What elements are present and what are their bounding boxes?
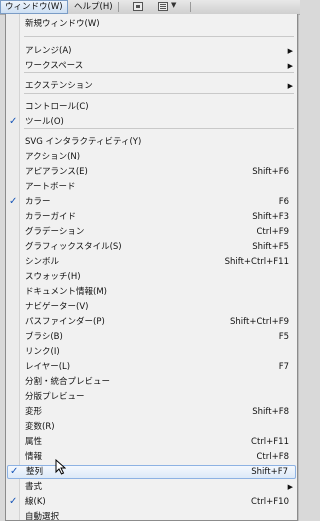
- menu-item-label: SVG インタラクティビティ(Y): [25, 137, 142, 147]
- menu-item-shortcut: Shift+Ctrl+F9: [230, 317, 289, 327]
- menu-item[interactable]: 変数(R): [7, 420, 296, 434]
- menubar-separator: [118, 2, 119, 12]
- menu-item-shortcut: Ctrl+F10: [251, 497, 289, 507]
- chevron-down-icon[interactable]: ▼: [171, 1, 176, 9]
- menu-item-label: ツール(O): [25, 117, 64, 127]
- menubar-separator: [190, 2, 191, 12]
- menu-item-label: 属性: [25, 437, 43, 447]
- menu-item-label: パスファインダー(P): [25, 317, 105, 327]
- menu-item-shortcut: F7: [278, 362, 289, 372]
- menu-item[interactable]: アートボード: [7, 180, 296, 194]
- menu-item[interactable]: 情報 Ctrl+F8: [7, 450, 296, 464]
- submenu-arrow-icon: ▶: [287, 82, 293, 90]
- menu-item-label: 分版プレビュー: [25, 392, 85, 402]
- menu-item-label: グラデーション: [25, 227, 85, 237]
- menu-item-label: 変形: [25, 407, 43, 417]
- bridge-icon[interactable]: [133, 2, 143, 11]
- menu-item[interactable]: アレンジ(A) ▶: [7, 44, 296, 58]
- menu-item-label: シンボル: [25, 257, 60, 267]
- menu-item[interactable]: ナビゲーター(V): [7, 300, 296, 314]
- menu-item-label: カラーガイド: [25, 212, 77, 222]
- menu-item-label: アレンジ(A): [25, 46, 72, 56]
- menu-item[interactable]: スウォッチ(H): [7, 270, 296, 284]
- menu-item[interactable]: シンボル Shift+Ctrl+F11: [7, 255, 296, 269]
- menu-item[interactable]: グラデーション Ctrl+F9: [7, 225, 296, 239]
- menu-item-shortcut: Ctrl+F11: [251, 437, 289, 447]
- menu-item-label: グラフィックスタイル(S): [25, 242, 122, 252]
- menu-item[interactable]: アクション(N): [7, 150, 296, 164]
- menu-item[interactable]: ブラシ(B) F5: [7, 330, 296, 344]
- menu-item[interactable]: エクステンション ▶: [7, 79, 296, 93]
- menu-item[interactable]: コントロール(C): [7, 100, 296, 114]
- menu-item-label: 線(K): [25, 497, 46, 507]
- menubar-help-menu[interactable]: ヘルプ(H): [70, 0, 117, 14]
- checkmark-icon: ✓: [9, 196, 18, 207]
- menu-item[interactable]: ✓ ツール(O): [7, 115, 296, 129]
- mouse-cursor-icon: [55, 459, 66, 475]
- menu-item[interactable]: 新規ウィンドウ(W): [7, 17, 296, 31]
- menu-separator: [24, 93, 294, 94]
- menu-item[interactable]: ✓ 線(K) Ctrl+F10: [7, 495, 296, 509]
- menu-item-label: カラー: [25, 197, 51, 207]
- menu-separator: [24, 36, 294, 37]
- menu-item[interactable]: ✓ 整列 Shift+F7: [7, 465, 296, 479]
- menu-item-label: ドキュメント情報(M): [25, 287, 107, 297]
- menu-item-label: ブラシ(B): [25, 332, 63, 342]
- menu-item-label: ワークスペース: [25, 61, 84, 71]
- checkmark-icon: ✓: [9, 496, 18, 507]
- menu-item-shortcut: Ctrl+F8: [256, 452, 289, 462]
- menu-item-shortcut: Shift+F3: [252, 212, 289, 222]
- menu-item-label: コントロール(C): [25, 102, 89, 112]
- menu-item[interactable]: 分割・統合プレビュー: [7, 375, 296, 389]
- menu-item[interactable]: ✓ カラー F6: [7, 195, 296, 209]
- menu-item[interactable]: アピアランス(E) Shift+F6: [7, 165, 296, 179]
- menu-item[interactable]: 書式 ▶: [7, 480, 296, 494]
- menu-item-label: アピアランス(E): [25, 167, 88, 177]
- submenu-arrow-icon: ▶: [287, 47, 293, 55]
- checkmark-icon: ✓: [10, 466, 19, 477]
- menu-item-shortcut: F6: [278, 197, 289, 207]
- checkmark-icon: ✓: [9, 116, 18, 127]
- menu-item-label: エクステンション: [25, 81, 93, 91]
- menu-item-label: アクション(N): [25, 152, 81, 162]
- window-dropdown-menu: 新規ウィンドウ(W) アレンジ(A) ▶ ワークスペース ▶ エクステンション ▶ コントロー…: [5, 14, 298, 521]
- menubar-window-menu[interactable]: ウィンドウ(W): [0, 0, 68, 14]
- menu-item-label: 整列: [26, 467, 44, 477]
- menu-item[interactable]: 分版プレビュー: [7, 390, 296, 404]
- menu-item-shortcut: Shift+F6: [252, 167, 289, 177]
- menu-bar: ウィンドウ(W) ヘルプ(H) ▼: [0, 0, 300, 15]
- menu-item[interactable]: 属性 Ctrl+F11: [7, 435, 296, 449]
- arrange-documents-icon[interactable]: [158, 2, 168, 11]
- menu-item-label: レイヤー(L): [25, 362, 71, 372]
- menu-item[interactable]: リンク(I): [7, 345, 296, 359]
- menu-item-shortcut: F5: [278, 332, 289, 342]
- menu-item-shortcut: Shift+Ctrl+F11: [224, 257, 289, 267]
- menu-item-shortcut: Shift+F5: [252, 242, 289, 252]
- menu-item-label: アートボード: [25, 182, 76, 192]
- menu-item-shortcut: Shift+F8: [252, 407, 289, 417]
- menu-item[interactable]: 自動選択: [7, 510, 296, 521]
- menu-item[interactable]: グラフィックスタイル(S) Shift+F5: [7, 240, 296, 254]
- menu-item[interactable]: 変形 Shift+F8: [7, 405, 296, 419]
- menu-item[interactable]: パスファインダー(P) Shift+Ctrl+F9: [7, 315, 296, 329]
- menu-item-label: 変数(R): [25, 422, 55, 432]
- submenu-arrow-icon: ▶: [287, 62, 293, 70]
- menu-item-shortcut: Ctrl+F9: [256, 227, 289, 237]
- menu-item[interactable]: レイヤー(L) F7: [7, 360, 296, 374]
- menu-item[interactable]: カラーガイド Shift+F3: [7, 210, 296, 224]
- menu-item-label: 情報: [25, 452, 43, 462]
- menu-item-label: ナビゲーター(V): [25, 302, 89, 312]
- menu-item[interactable]: SVG インタラクティビティ(Y): [7, 135, 296, 149]
- menu-item-label: スウォッチ(H): [25, 272, 81, 282]
- menu-item[interactable]: ワークスペース ▶: [7, 59, 296, 73]
- menu-item-label: 書式: [25, 482, 43, 492]
- submenu-arrow-icon: ▶: [287, 483, 293, 491]
- menu-item-shortcut: Shift+F7: [251, 467, 288, 477]
- menu-item[interactable]: ドキュメント情報(M): [7, 285, 296, 299]
- menu-item-label: 自動選択: [25, 512, 60, 521]
- menu-item-label: リンク(I): [25, 347, 60, 357]
- menu-item-label: 新規ウィンドウ(W): [25, 19, 100, 29]
- menu-item-label: 分割・統合プレビュー: [25, 377, 111, 387]
